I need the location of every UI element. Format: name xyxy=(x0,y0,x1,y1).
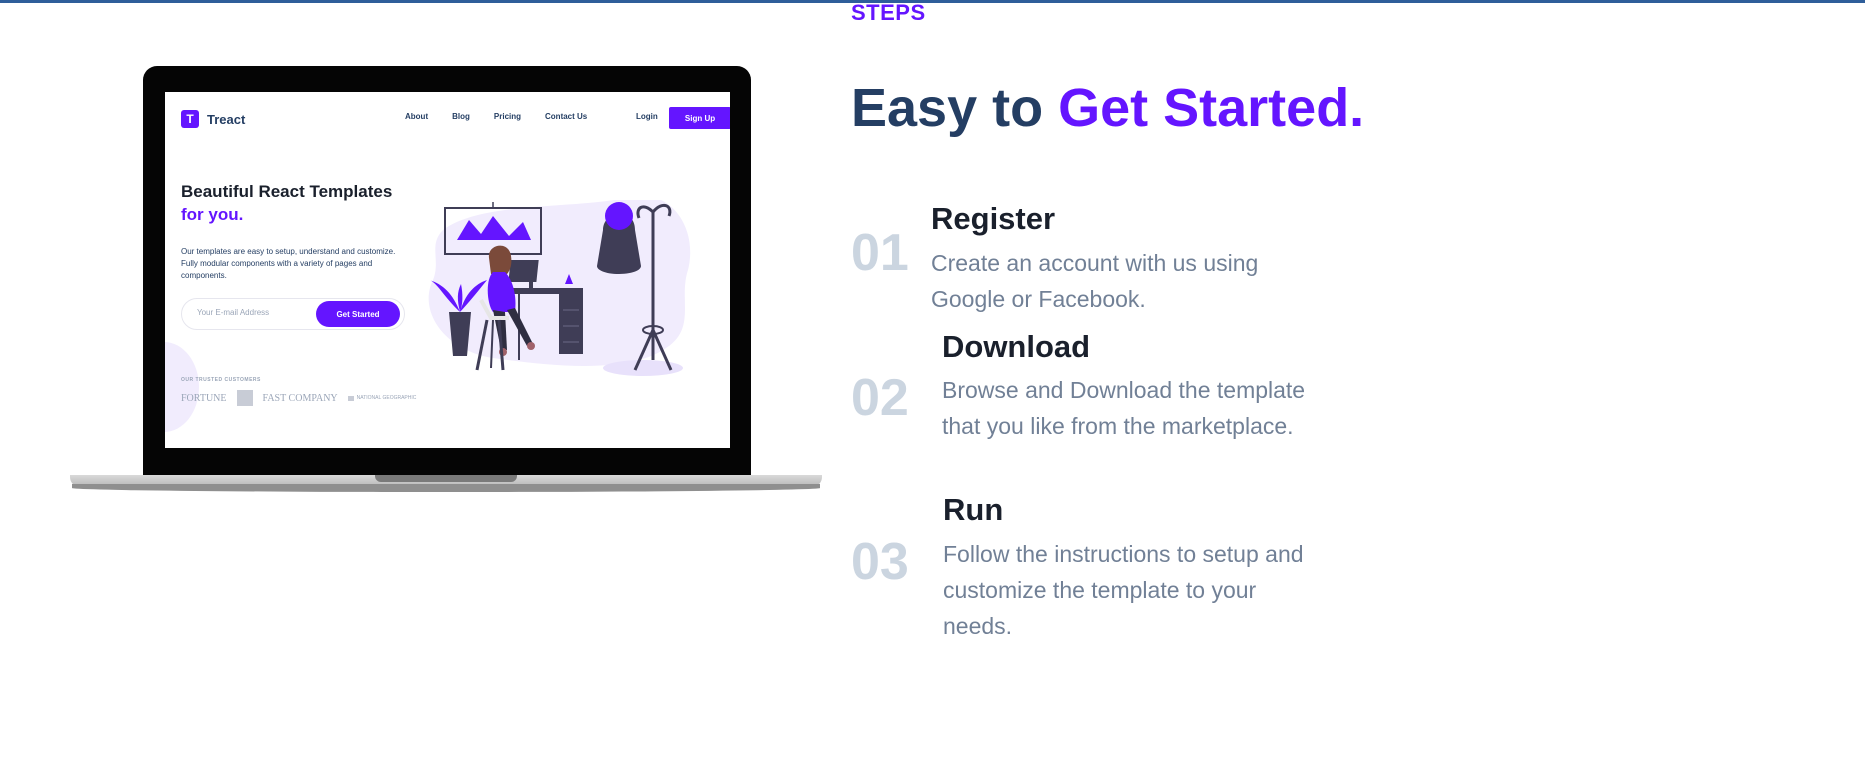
fortune-logo: FORTUNE xyxy=(181,392,227,404)
laptop-mockup-image: T Treact About Blog Pricing Contact Us L… xyxy=(70,66,822,496)
step-number-3: 03 xyxy=(851,533,909,591)
mockup-trusted-label: OUR TRUSTED CUSTOMERS xyxy=(181,377,261,383)
mockup-nav-pricing: Pricing xyxy=(493,112,522,121)
top-border xyxy=(0,0,1865,3)
mockup-hero-description: Our templates are easy to setup, underst… xyxy=(181,247,396,280)
step-title-2: Download xyxy=(942,329,1091,364)
mockup-signup-button: Sign Up xyxy=(669,107,730,129)
mockup-hero-title-main: Beautiful React Templates xyxy=(181,182,393,201)
mockup-email-placeholder: Your E-mail Address xyxy=(197,308,270,317)
fast-company-logo: FAST COMPANY xyxy=(262,392,338,404)
person-at-desk-illustration xyxy=(428,200,691,376)
laptop-notch xyxy=(375,475,517,482)
mockup-navbar: T Treact About Blog Pricing Contact Us L… xyxy=(181,107,730,130)
step-number-2: 02 xyxy=(851,369,909,427)
step-title-3: Run xyxy=(943,492,1004,527)
step-title-1: Register xyxy=(931,201,1056,236)
mockup-nav-blog: Blog xyxy=(452,112,470,121)
heading-accent: Get Started. xyxy=(1058,78,1365,138)
mockup-nav-about: About xyxy=(405,112,429,121)
step-description-3: Follow the instructions to setup and cus… xyxy=(943,541,1304,639)
mockup-brand: Treact xyxy=(207,111,246,127)
step-description-1: Create an account with us using Google o… xyxy=(931,250,1259,312)
step-number-1: 01 xyxy=(851,224,909,282)
laptop-screen: T Treact About Blog Pricing Contact Us L… xyxy=(165,92,730,448)
mockup-nav-contact: Contact Us xyxy=(545,112,588,121)
heading-main: Easy to xyxy=(851,78,1044,138)
mockup-hero-title: Beautiful React Templates for you. xyxy=(181,180,401,226)
mockup-get-started-button: Get Started xyxy=(316,301,400,327)
mockup-customer-logos: FORTUNE FAST COMPANY NATIONAL GEOGRAPHIC xyxy=(181,390,416,406)
section-label: STEPS xyxy=(851,0,926,25)
mockup-hero-title-accent: for you. xyxy=(181,205,244,224)
decor-blob xyxy=(165,342,199,432)
customer-logo-box xyxy=(236,390,253,406)
mockup-nav-links: About Blog Pricing Contact Us xyxy=(405,112,587,121)
mockup-logo-icon: T xyxy=(181,110,199,128)
section-heading: Easy to Get Started. xyxy=(851,76,1364,140)
laptop-base-shadow xyxy=(72,484,820,492)
step-description-2: Browse and Download the template that yo… xyxy=(942,377,1306,439)
national-geographic-logo: NATIONAL GEOGRAPHIC xyxy=(347,395,416,401)
mockup-login: Login xyxy=(636,112,658,121)
